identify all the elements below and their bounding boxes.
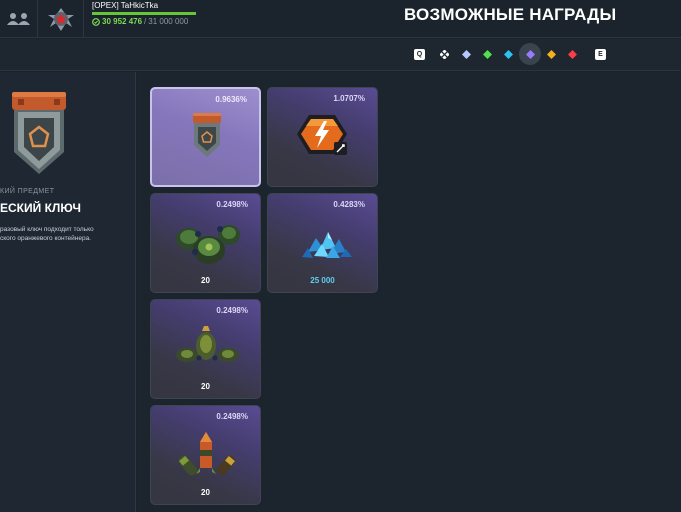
- prev-filter-key[interactable]: Q: [414, 49, 425, 60]
- common-gem-icon: [462, 50, 471, 59]
- item-description-line2: ского оранжевого контейнера.: [0, 235, 91, 242]
- page-title: ВОЗМОЖНЫЕ НАГРАДЫ: [404, 5, 617, 24]
- drop-chance: 1.0707%: [333, 94, 365, 103]
- all-rarities-icon: [440, 50, 449, 59]
- xp-progress-bar: [92, 12, 196, 15]
- drop-chance: 0.2498%: [216, 306, 248, 315]
- xp-readout: 30 952 476 / 31 000 000: [92, 17, 188, 26]
- rank-star-icon: [47, 8, 74, 31]
- filter-all-rarities[interactable]: [440, 50, 449, 59]
- rewards-grid: 0.9636% 1.0707% 0.2498% 20 0.4283% 25 00…: [137, 72, 681, 512]
- reward-card-crystals[interactable]: 0.4283% 25 000: [267, 193, 378, 293]
- drop-chance: 0.4283%: [333, 200, 365, 209]
- drop-chance: 0.9636%: [215, 95, 247, 104]
- epic-gem-icon: [526, 50, 535, 59]
- next-filter-key[interactable]: E: [595, 49, 606, 60]
- reward-card-key[interactable]: 0.9636%: [150, 87, 261, 187]
- xp-total: 31 000 000: [148, 17, 189, 26]
- filter-exotic[interactable]: [568, 50, 577, 59]
- friends-icon: [6, 13, 30, 25]
- item-description-line1: разовый ключ подходит только: [0, 226, 94, 233]
- drop-chance: 0.2498%: [216, 412, 248, 421]
- reward-count: 25 000: [310, 276, 335, 285]
- drop-chance: 0.2498%: [216, 200, 248, 209]
- xp-icon: [92, 17, 100, 26]
- exotic-gem-icon: [568, 50, 577, 59]
- filter-uncommon[interactable]: [483, 50, 492, 59]
- legendary-gem-icon: [547, 50, 556, 59]
- rank-badge[interactable]: [38, 0, 84, 38]
- filter-rare[interactable]: [504, 50, 513, 59]
- reward-count: 20: [201, 382, 210, 391]
- filter-common[interactable]: [462, 50, 471, 59]
- reward-card-mines[interactable]: 0.2498% 20: [150, 193, 261, 293]
- uncommon-gem-icon: [483, 50, 492, 59]
- item-detail-panel: КИЙ ПРЕДМЕТ ЕСКИЙ КЛЮЧ разовый ключ подх…: [0, 72, 136, 512]
- filter-legendary[interactable]: [547, 50, 556, 59]
- orange-container-key-icon: [12, 92, 66, 174]
- item-description: разовый ключ подходит только ского оранж…: [0, 225, 130, 243]
- item-category: КИЙ ПРЕДМЕТ: [0, 188, 55, 195]
- xp-current: 30 952 476: [102, 17, 143, 26]
- reward-card-rockets[interactable]: 0.2498% 20: [150, 405, 261, 505]
- player-name: [OPEX] TaHkicTka: [92, 1, 159, 10]
- reward-card-grenades[interactable]: 0.2498% 20: [150, 299, 261, 399]
- reward-count: 20: [201, 488, 210, 497]
- rarity-filter-bar: Q E: [0, 39, 681, 71]
- filter-epic[interactable]: [526, 50, 535, 59]
- reward-count: 20: [201, 276, 210, 285]
- reward-card-overdrive[interactable]: 1.0707%: [267, 87, 378, 187]
- xp-progress-fill: [92, 12, 196, 15]
- rare-gem-icon: [504, 50, 513, 59]
- top-bar: [OPEX] TaHkicTka 30 952 476 / 31 000 000…: [0, 0, 681, 38]
- item-title: ЕСКИЙ КЛЮЧ: [0, 201, 81, 215]
- friends-button[interactable]: [0, 0, 38, 38]
- xp-separator: /: [144, 17, 147, 26]
